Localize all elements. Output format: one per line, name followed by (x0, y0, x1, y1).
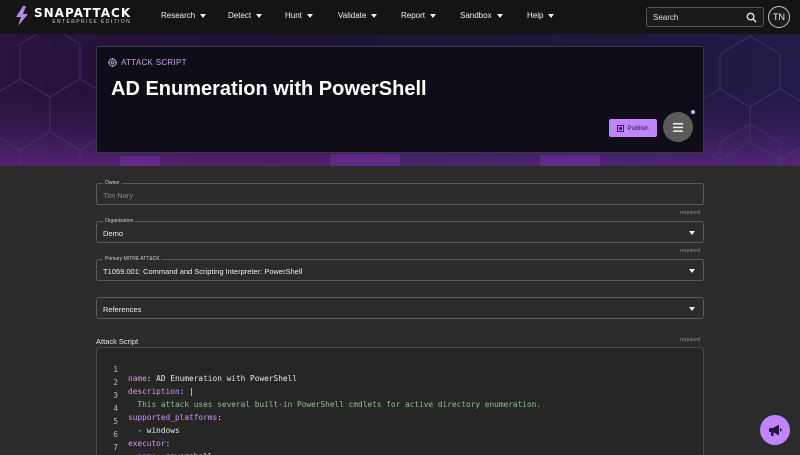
hero-card: ATTACK SCRIPT AD Enumeration with PowerS… (96, 46, 704, 153)
chevron-down-icon (496, 13, 503, 18)
publish-button[interactable]: Publish (609, 119, 657, 137)
nav-sandbox-label: Sandbox (460, 11, 492, 20)
code-value: - windows (137, 426, 180, 435)
code-line: 2 description: | (97, 369, 193, 396)
nav-detect[interactable]: Detect (228, 11, 263, 20)
announcements-button[interactable] (760, 415, 790, 445)
mitre-required-hint: required (680, 248, 701, 254)
nav-hunt-label: Hunt (285, 11, 302, 20)
nav-report[interactable]: Report (401, 11, 437, 20)
nav-validate[interactable]: Validate (338, 11, 378, 20)
owner-field[interactable]: Owner Tim Nary (96, 180, 704, 205)
hero-type-label: ATTACK SCRIPT (108, 58, 187, 67)
organization-value: Demo (103, 229, 124, 238)
search-icon[interactable] (746, 12, 757, 23)
mitre-attack-label: Primary MITRE ATT&CK (103, 256, 162, 262)
code-key: supported_platforms (128, 413, 218, 422)
search-box (646, 7, 764, 27)
owner-value: Tim Nary (103, 191, 134, 200)
organization-label: Organization (103, 218, 136, 224)
code-line: 6 executor: (97, 421, 170, 448)
code-key: name (128, 374, 147, 383)
chevron-down-icon (548, 13, 555, 18)
nav-sandbox[interactable]: Sandbox (460, 11, 503, 20)
nav-validate-label: Validate (338, 11, 367, 20)
code-value: AD Enumeration with PowerShell (156, 374, 297, 383)
page-title: AD Enumeration with PowerShell (111, 78, 427, 100)
logo-text: SNAPATTACK ENTERPRISE EDITION (34, 7, 131, 25)
publish-button-label: Publish (627, 124, 649, 132)
code-line: 5 - windows (97, 408, 179, 435)
code-sep: : (217, 413, 222, 422)
code-text: description: | (128, 387, 194, 396)
attack-script-icon (108, 58, 117, 67)
code-text: This attack uses several built-in PowerS… (128, 400, 541, 409)
chevron-down-icon (689, 231, 695, 235)
code-value: | (189, 387, 194, 396)
code-line: 7 name: powershell (97, 434, 212, 455)
hero-type-text: ATTACK SCRIPT (121, 58, 187, 67)
chevron-down-icon (689, 307, 695, 311)
code-sep: : (165, 439, 171, 448)
nav-help[interactable]: Help (527, 11, 555, 20)
code-text: - windows (128, 426, 180, 435)
publish-icon (617, 124, 625, 132)
notification-dot (691, 110, 695, 114)
code-line: 4 supported_platforms: (97, 395, 222, 422)
references-label: References (103, 305, 142, 314)
nav-detect-label: Detect (228, 11, 252, 20)
actions-menu-button[interactable] (663, 112, 693, 142)
nav-research-label: Research (161, 11, 196, 20)
top-nav: SNAPATTACK ENTERPRISE EDITION Research D… (0, 0, 800, 34)
owner-label: Owner (103, 180, 122, 186)
organization-required-hint: required (680, 210, 701, 216)
code-text: supported_platforms: (128, 413, 222, 422)
references-select[interactable]: References (96, 297, 704, 319)
logo[interactable]: SNAPATTACK ENTERPRISE EDITION (14, 6, 131, 26)
code-sep: : (146, 374, 157, 383)
code-sep: : (179, 387, 190, 396)
code-line: 1 name: AD Enumeration with PowerShell (97, 356, 297, 383)
code-string: This attack uses several built-in PowerS… (137, 400, 542, 409)
mitre-attack-value: T1059.001: Command and Scripting Interpr… (103, 267, 303, 276)
organization-select[interactable]: Organization Demo (96, 218, 704, 243)
chevron-down-icon (200, 13, 207, 18)
search-input[interactable] (653, 11, 743, 23)
hero-banner: ATTACK SCRIPT AD Enumeration with PowerS… (0, 34, 800, 166)
code-line: 3 This attack uses several built-in Powe… (97, 382, 541, 409)
code-key: description (128, 387, 180, 396)
mitre-attack-select[interactable]: Primary MITRE ATT&CK T1059.001: Command … (96, 256, 704, 281)
chevron-down-icon (430, 13, 437, 18)
snapattack-logo-icon (16, 6, 28, 26)
code-line: 8 elevation_required: false (97, 447, 116, 455)
avatar[interactable]: TN (768, 6, 790, 28)
script-required-hint: required (680, 337, 701, 343)
code-key: executor (128, 439, 166, 448)
nav-help-label: Help (527, 11, 544, 20)
chevron-down-icon (306, 13, 313, 18)
nav-research[interactable]: Research (161, 11, 207, 20)
code-text: name: AD Enumeration with PowerShell (128, 374, 297, 383)
brand-name: SNAPATTACK (34, 6, 132, 20)
code-text: executor: (128, 439, 170, 448)
nav-report-label: Report (401, 11, 426, 20)
attack-script-label: Attack Script (96, 337, 139, 346)
chevron-down-icon (689, 269, 695, 273)
hamburger-menu-icon (673, 122, 683, 132)
brand-edition: ENTERPRISE EDITION (52, 19, 132, 25)
attack-script-editor[interactable]: 1 name: AD Enumeration with PowerShell 2… (96, 347, 704, 455)
nav-hunt[interactable]: Hunt (285, 11, 313, 20)
chevron-down-icon (371, 13, 378, 18)
chevron-down-icon (256, 13, 263, 18)
megaphone-icon (769, 424, 782, 436)
